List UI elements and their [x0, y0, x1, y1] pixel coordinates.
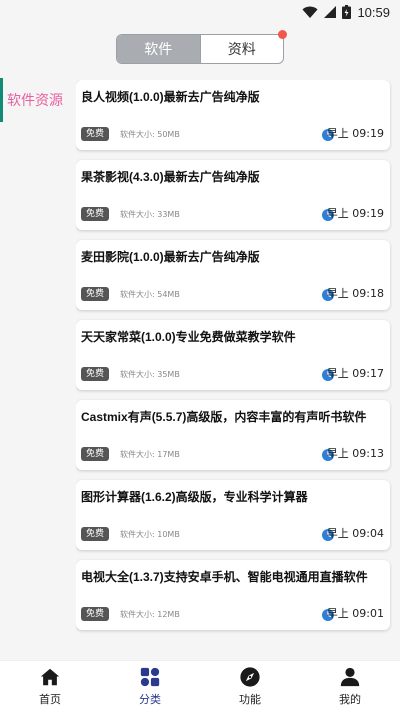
free-badge: 免费 [81, 527, 110, 541]
software-size: 软件大小: 10MB [120, 529, 180, 540]
tab-software[interactable]: 软件 [117, 35, 200, 63]
size-label: 软件大小: [120, 610, 155, 619]
size-label: 软件大小: [120, 370, 155, 379]
software-size: 软件大小: 50MB [120, 129, 180, 140]
post-time: 早上 09:19 [326, 127, 384, 140]
software-card[interactable]: 电视大全(1.3.7)支持安卓手机、智能电视通用直播软件 免费 软件大小: 12MB… [76, 560, 390, 630]
notification-dot [278, 30, 287, 39]
software-list[interactable]: 良人视频(1.0.0)最新去广告纯净版 免费 软件大小: 50MB 早上 09:19 果… [76, 80, 392, 654]
free-badge: 免费 [81, 287, 110, 301]
category-sidebar: 软件资源 [0, 78, 70, 122]
size-label: 软件大小: [120, 530, 155, 539]
bottom-nav: 首页 分类 功能 我的 [0, 660, 400, 712]
software-size: 软件大小: 33MB [120, 209, 180, 220]
user-icon [340, 667, 360, 687]
software-card[interactable]: 天天家常菜(1.0.0)专业免费做菜教学软件 免费 软件大小: 35MB 早上 09:… [76, 320, 390, 390]
size-value: 12MB [157, 610, 180, 619]
size-label: 软件大小: [120, 210, 155, 219]
category-icon [140, 667, 160, 687]
size-value: 54MB [157, 290, 180, 299]
wifi-icon [302, 6, 318, 18]
size-value: 10MB [157, 530, 180, 539]
free-badge: 免费 [81, 367, 110, 381]
free-badge: 免费 [81, 207, 110, 221]
home-icon [40, 668, 60, 686]
size-value: 33MB [157, 210, 180, 219]
compass-icon [240, 667, 260, 687]
nav-label: 首页 [39, 693, 61, 706]
software-title: 天天家常菜(1.0.0)专业免费做菜教学软件 [81, 330, 296, 344]
software-size: 软件大小: 12MB [120, 609, 180, 620]
status-time: 10:59 [357, 4, 390, 20]
size-value: 50MB [157, 130, 180, 139]
software-title: 果茶影视(4.3.0)最新去广告纯净版 [81, 170, 260, 184]
post-time: 早上 09:13 [326, 447, 384, 460]
software-card[interactable]: Castmix有声(5.5.7)高级版，内容丰富的有声听书软件 免费 软件大小: 1… [76, 400, 390, 470]
software-title: 电视大全(1.3.7)支持安卓手机、智能电视通用直播软件 [81, 570, 368, 584]
post-time: 早上 09:18 [326, 287, 384, 300]
software-size: 软件大小: 17MB [120, 449, 180, 460]
nav-tab-profile[interactable]: 我的 [300, 661, 400, 712]
battery-icon [342, 5, 352, 19]
software-size: 软件大小: 54MB [120, 289, 180, 300]
post-time: 早上 09:19 [326, 207, 384, 220]
software-size: 软件大小: 35MB [120, 369, 180, 380]
free-badge: 免费 [81, 447, 110, 461]
sidebar-item-software-resources[interactable]: 软件资源 [0, 78, 70, 122]
nav-label: 分类 [139, 693, 161, 706]
size-label: 软件大小: [120, 130, 155, 139]
software-card[interactable]: 果茶影视(4.3.0)最新去广告纯净版 免费 软件大小: 33MB 早上 09:19 [76, 160, 390, 230]
size-label: 软件大小: [120, 290, 155, 299]
tab-materials[interactable]: 资料 [199, 35, 284, 63]
nav-tab-home[interactable]: 首页 [0, 661, 100, 712]
size-label: 软件大小: [120, 450, 155, 459]
nav-tab-category[interactable]: 分类 [100, 661, 200, 712]
segment-control: 软件 资料 [116, 30, 287, 64]
software-title: 图形计算器(1.6.2)高级版，专业科学计算器 [81, 490, 308, 504]
post-time: 早上 09:04 [326, 527, 384, 540]
post-time: 早上 09:01 [326, 607, 384, 620]
signal-icon [324, 6, 337, 18]
nav-label: 功能 [239, 693, 261, 706]
free-badge: 免费 [81, 607, 110, 621]
software-card[interactable]: 图形计算器(1.6.2)高级版，专业科学计算器 免费 软件大小: 10MB 早上 09… [76, 480, 390, 550]
segment-bar: 软件 资料 [0, 24, 400, 74]
software-title: 麦田影院(1.0.0)最新去广告纯净版 [81, 250, 260, 264]
software-card[interactable]: 良人视频(1.0.0)最新去广告纯净版 免费 软件大小: 50MB 早上 09:19 [76, 80, 390, 150]
software-title: 良人视频(1.0.0)最新去广告纯净版 [81, 90, 260, 104]
software-title: Castmix有声(5.5.7)高级版，内容丰富的有声听书软件 [81, 410, 367, 424]
size-value: 35MB [157, 370, 180, 379]
post-time: 早上 09:17 [326, 367, 384, 380]
software-card[interactable]: 麦田影院(1.0.0)最新去广告纯净版 免费 软件大小: 54MB 早上 09:18 [76, 240, 390, 310]
status-bar: 10:59 [0, 0, 400, 24]
free-badge: 免费 [81, 127, 110, 141]
nav-label: 我的 [339, 693, 361, 706]
size-value: 17MB [157, 450, 180, 459]
nav-tab-features[interactable]: 功能 [200, 661, 300, 712]
